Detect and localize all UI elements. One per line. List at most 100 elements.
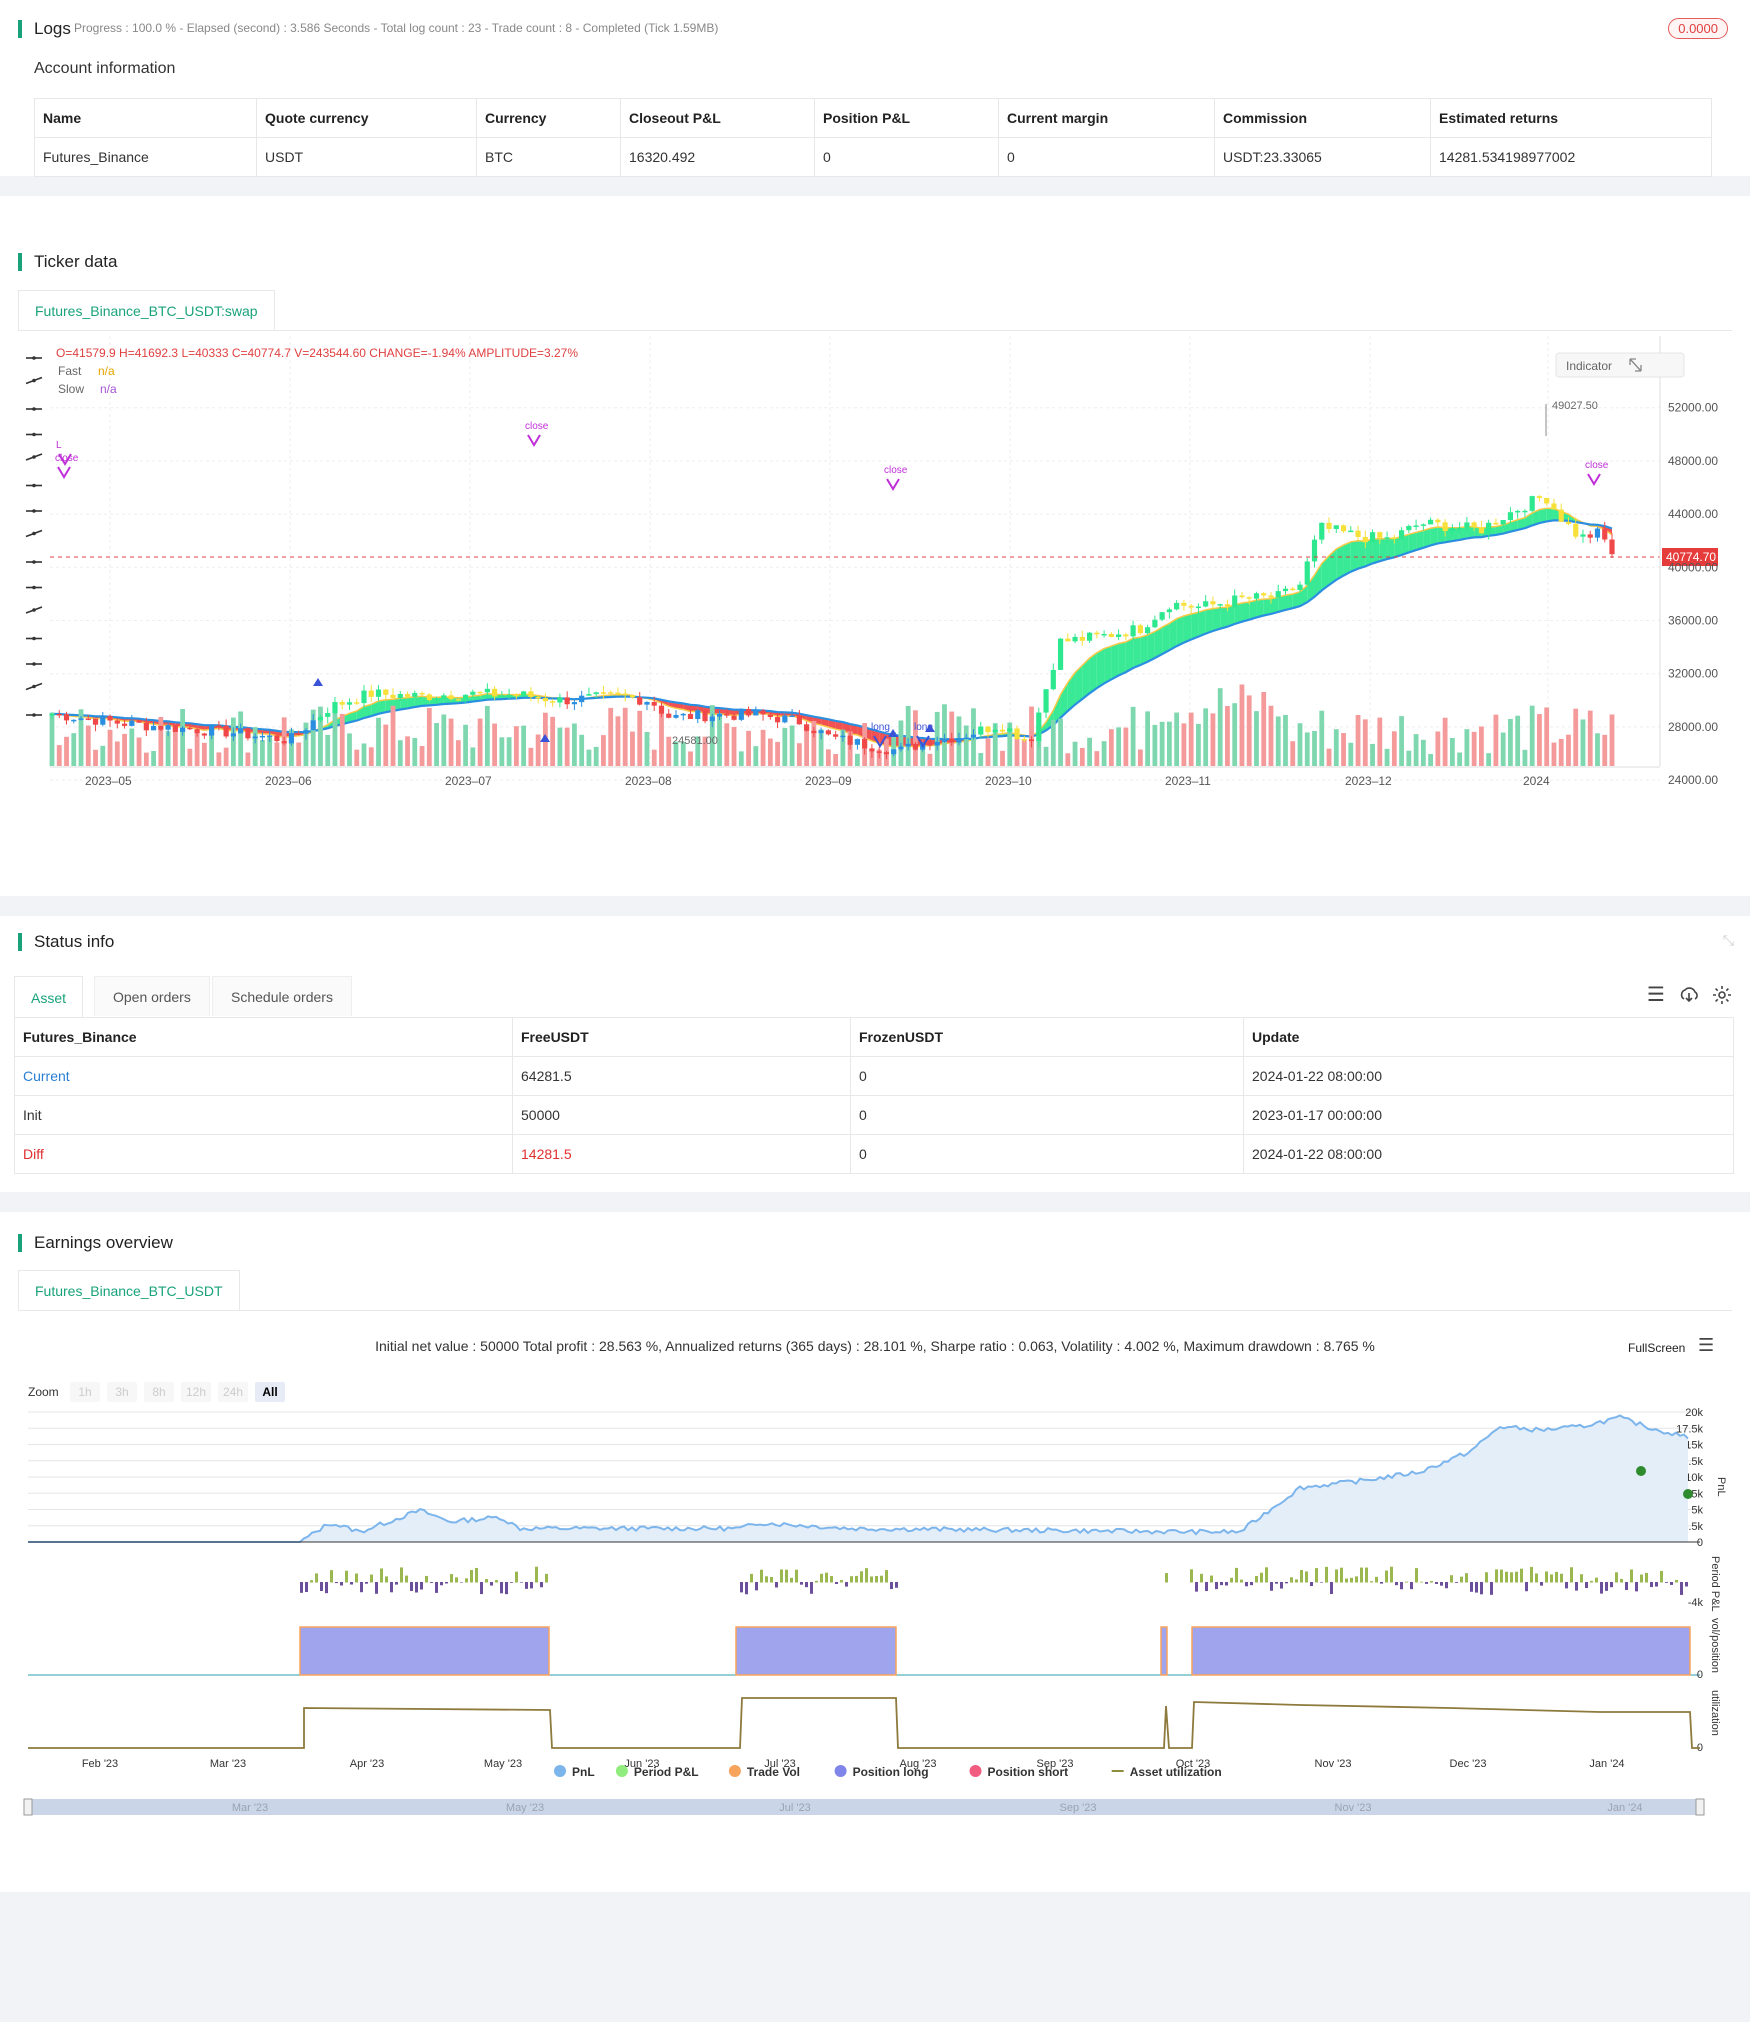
candle-body (1072, 637, 1077, 641)
candle-body (100, 716, 105, 725)
candle-body (311, 720, 316, 730)
price-tick: 24000.00 (1668, 773, 1718, 787)
volume-bar (1573, 709, 1578, 766)
fast-value: n/a (98, 364, 115, 378)
candle-body (1080, 637, 1085, 641)
candle-body (267, 735, 272, 737)
candle-body (615, 693, 620, 695)
row-label-current[interactable]: Current (15, 1057, 513, 1096)
candle-body (1355, 531, 1360, 537)
cell: 2023-01-17 00:00:00 (1244, 1096, 1734, 1135)
cell: 0 (851, 1135, 1244, 1174)
period-bar (380, 1568, 383, 1582)
candle-body (906, 744, 911, 747)
period-bar (1435, 1582, 1438, 1584)
candle-body (187, 728, 192, 730)
fullscreen-button[interactable]: FullScreen (1628, 1341, 1685, 1355)
menu-icon[interactable]: ☰ (1698, 1335, 1714, 1356)
tab-asset[interactable]: Asset (14, 976, 83, 1018)
draw-tool-dot (32, 586, 36, 590)
volume-bar (1544, 707, 1549, 766)
candle-body (238, 728, 243, 733)
period-bar (1360, 1568, 1363, 1583)
period-bar (1340, 1568, 1343, 1583)
zoom-option: 3h (115, 1385, 128, 1399)
collapse-icon[interactable]: ⤡ (1723, 932, 1734, 949)
position-zero-tick: 0 (1697, 1669, 1703, 1681)
candle-body (782, 716, 787, 723)
navigator[interactable]: Mar '23May '23Jul '23Sep '23Nov '23Jan '… (24, 1799, 1704, 1815)
band-segment (1256, 599, 1263, 617)
legend-item: Period P&L (634, 1765, 699, 1779)
candlestick-chart[interactable]: 40774.70 49027.50 24581.00 closecloseclo… (0, 336, 1750, 896)
volume-bar (1559, 739, 1564, 766)
candle-body (260, 736, 265, 738)
max-marker (1636, 1466, 1646, 1476)
volume-bar (906, 706, 911, 766)
zoom-option: 12h (186, 1385, 206, 1399)
volume-bar (180, 709, 185, 766)
period-bar (330, 1570, 333, 1582)
period-bar (1295, 1579, 1298, 1582)
tab-earnings-symbol[interactable]: Futures_Binance_BTC_USDT (18, 1270, 240, 1310)
tab-schedule-orders[interactable]: Schedule orders (212, 976, 352, 1016)
fast-label: Fast (58, 364, 82, 378)
band-segment (1111, 643, 1118, 679)
period-bar (885, 1570, 888, 1582)
period-bar (790, 1578, 793, 1583)
volume-bar (166, 731, 171, 766)
volume-bar (325, 735, 330, 766)
candle-body (710, 717, 715, 722)
period-bar (365, 1582, 368, 1584)
tab-ticker-symbol[interactable]: Futures_Binance_BTC_USDT:swap (18, 290, 275, 330)
period-bar (1540, 1582, 1543, 1586)
period-bar (1215, 1582, 1218, 1589)
cloud-download-icon[interactable] (1678, 984, 1700, 1006)
candle-body (804, 724, 809, 730)
candle-body (949, 738, 954, 742)
candle-body (652, 702, 657, 706)
draw-tool-dot (32, 509, 36, 513)
list-icon[interactable]: ☰ (1647, 982, 1665, 1007)
period-bar (1390, 1567, 1393, 1583)
candles (49, 404, 1614, 759)
volume-bar (688, 751, 693, 766)
period-bar (375, 1582, 378, 1594)
volume-bar (1102, 741, 1107, 766)
volume-bar (833, 754, 838, 766)
cell: Futures_Binance (35, 138, 257, 177)
table-row: Diff 14281.5 0 2024-01-22 08:00:00 (15, 1135, 1734, 1174)
cell: 14281.534198977002 (1431, 138, 1712, 177)
band-segment (1148, 632, 1155, 662)
period-bar (1590, 1581, 1593, 1583)
volume-bar (550, 717, 555, 766)
volume-bar (1421, 740, 1426, 766)
candle-body (1218, 604, 1223, 606)
trade-mark-label: close (884, 465, 908, 476)
candle-body (702, 710, 707, 721)
candle-body (303, 730, 308, 733)
volume-bar (216, 752, 221, 766)
trade-mark-label: long (871, 722, 890, 733)
high-label: 49027.50 (1552, 400, 1598, 412)
col-current-margin: Current margin (999, 99, 1215, 138)
period-bar (1210, 1576, 1213, 1583)
candle-body (1225, 604, 1230, 606)
period-bar (1480, 1582, 1483, 1594)
volume-bar (630, 732, 635, 766)
zoom-option: All (262, 1385, 277, 1399)
date-tick: 2023–06 (265, 774, 312, 788)
volume-bar (1269, 706, 1274, 766)
legend-swatch (616, 1765, 628, 1777)
volume-bar (732, 727, 737, 766)
earnings-chart[interactable]: Zoom 1h3h8h12h24hAll 20k17.5k15k12.5k10k… (0, 1372, 1750, 2022)
period-bar (1250, 1582, 1253, 1585)
candle-body (884, 752, 889, 754)
col-currency: Currency (477, 99, 621, 138)
gear-icon[interactable] (1711, 984, 1733, 1006)
period-bar (1525, 1582, 1528, 1591)
band-segment (1264, 599, 1271, 616)
volume-bar (340, 714, 345, 766)
tab-open-orders[interactable]: Open orders (94, 976, 210, 1016)
candle-body (1181, 603, 1186, 606)
